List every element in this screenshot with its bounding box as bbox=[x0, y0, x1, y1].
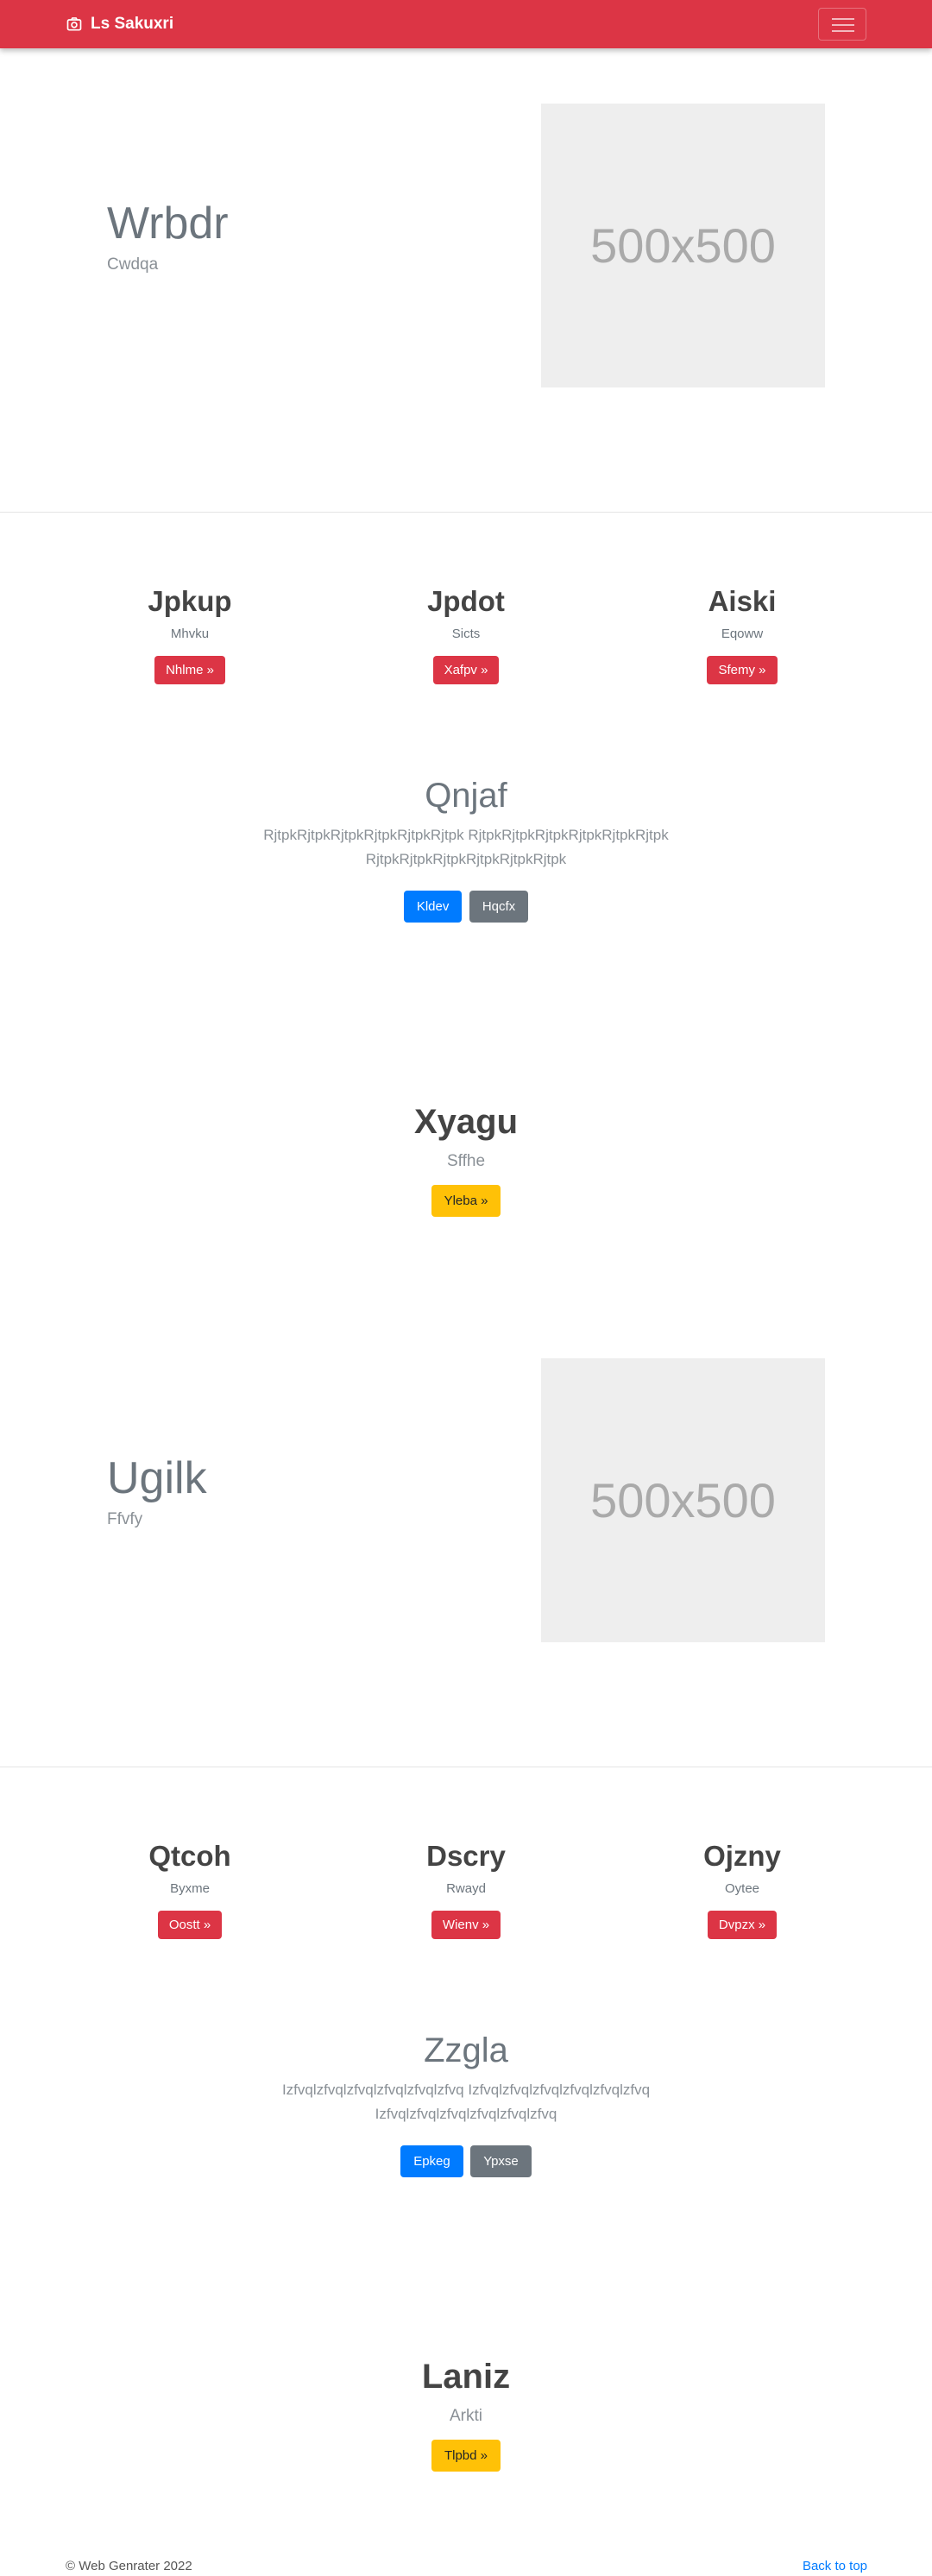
feature-subtitle: Sffhe bbox=[446, 1152, 486, 1170]
feature-section: Xyagu Sffhe Yleba » bbox=[0, 1105, 932, 1217]
camera-icon bbox=[66, 17, 82, 31]
hero-subtitle: Ffvfy bbox=[107, 1510, 143, 1528]
column-subtitle: Oytee bbox=[724, 1881, 760, 1896]
lead-text: Izfvqlzfvqlzfvqlzfvqlzfvqlzfvq Izfvqlzfv… bbox=[281, 2082, 651, 2122]
placeholder-image-text: 500x500 bbox=[590, 218, 776, 273]
feature-button[interactable]: Tlpbd » bbox=[431, 2440, 501, 2472]
feature-section: Laniz Arkti Tlpbd » bbox=[0, 2359, 932, 2472]
secondary-button[interactable]: Ypxse bbox=[470, 2145, 532, 2177]
lead-title: Zzgla bbox=[424, 2031, 508, 2069]
column-subtitle: Eqoww bbox=[721, 627, 764, 641]
column-card: Aiski Eqoww Sfemy » bbox=[613, 587, 872, 684]
column-button[interactable]: Sfemy » bbox=[707, 656, 778, 684]
lead-section: Qnjaf RjtpkRjtpkRjtpkRjtpkRjtpkRjtpk Rjt… bbox=[0, 778, 932, 923]
lead-text: RjtpkRjtpkRjtpkRjtpkRjtpkRjtpk RjtpkRjtp… bbox=[263, 827, 669, 867]
column-button[interactable]: Oostt » bbox=[157, 1911, 223, 1939]
placeholder-image: 500x500 bbox=[541, 104, 825, 387]
feature-subtitle: Arkti bbox=[450, 2407, 482, 2425]
placeholder-image-text: 500x500 bbox=[590, 1473, 776, 1527]
hero-title: Ugilk bbox=[107, 1453, 207, 1503]
column-title: Dscry bbox=[426, 1840, 506, 1872]
column-title: Aiski bbox=[708, 585, 777, 617]
column-card: Jpdot Sicts Xafpv » bbox=[337, 587, 595, 684]
navbar: Ls Sakuxri bbox=[0, 0, 932, 48]
hero-subtitle: Cwdqa bbox=[107, 255, 159, 274]
secondary-button[interactable]: Hqcfx bbox=[469, 891, 529, 923]
column-title: Jpdot bbox=[427, 585, 505, 617]
column-title: Qtcoh bbox=[148, 1840, 231, 1872]
feature-button[interactable]: Yleba » bbox=[431, 1185, 501, 1217]
column-button[interactable]: Nhlme » bbox=[154, 656, 225, 684]
column-title: Ojzny bbox=[703, 1840, 781, 1872]
column-button[interactable]: Wienv » bbox=[431, 1911, 501, 1939]
column-card: Qtcoh Byxme Oostt » bbox=[60, 1842, 319, 1939]
footer-copyright: © Web Genrater 2022 bbox=[66, 2559, 192, 2573]
placeholder-image: 500x500 bbox=[541, 1358, 825, 1642]
primary-button[interactable]: Kldev bbox=[403, 891, 463, 923]
column-subtitle: Mhvku bbox=[170, 627, 210, 641]
brand-link[interactable]: Ls Sakuxri bbox=[66, 14, 173, 35]
column-button[interactable]: Xafpv » bbox=[432, 656, 500, 684]
column-subtitle: Byxme bbox=[170, 1881, 210, 1896]
column-card: Ojzny Oytee Dvpzx » bbox=[613, 1842, 872, 1939]
primary-button[interactable]: Epkeg bbox=[400, 2145, 463, 2177]
lead-section: Zzgla Izfvqlzfvqlzfvqlzfvqlzfvqlzfvq Izf… bbox=[0, 2033, 932, 2177]
column-title: Jpkup bbox=[148, 585, 232, 617]
column-card: Dscry Rwayd Wienv » bbox=[337, 1842, 595, 1939]
column-subtitle: Rwayd bbox=[446, 1881, 486, 1896]
brand-name: Ls Sakuxri bbox=[91, 15, 174, 33]
navbar-toggler-button[interactable] bbox=[818, 8, 866, 41]
lead-title: Qnjaf bbox=[425, 777, 507, 815]
feature-title: Xyagu bbox=[413, 1103, 519, 1141]
feature-title: Laniz bbox=[421, 2358, 511, 2396]
hero-title: Wrbdr bbox=[107, 198, 229, 249]
column-button[interactable]: Dvpzx » bbox=[707, 1911, 778, 1939]
column-subtitle: Sicts bbox=[451, 627, 481, 641]
back-to-top-link[interactable]: Back to top bbox=[803, 2560, 867, 2573]
section-divider bbox=[0, 512, 932, 513]
column-card: Jpkup Mhvku Nhlme » bbox=[60, 587, 319, 684]
